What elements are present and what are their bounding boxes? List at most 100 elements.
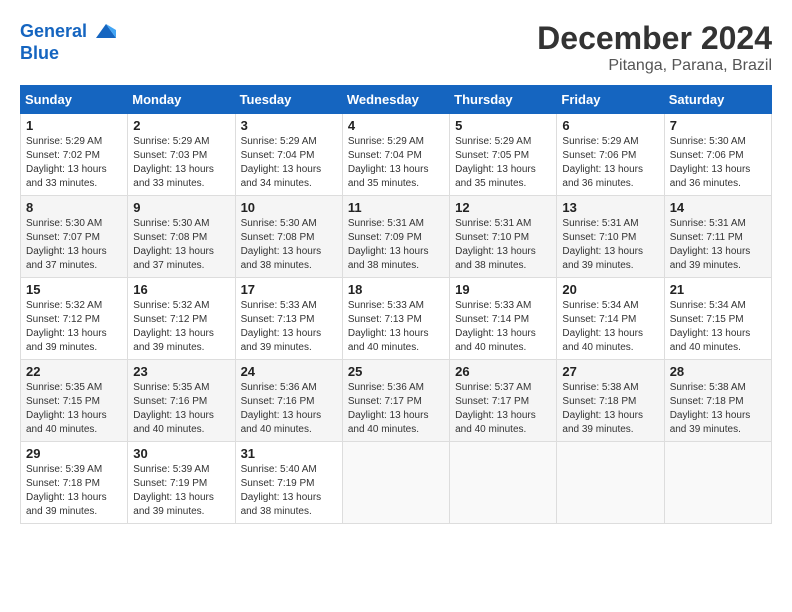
day-info: Sunrise: 5:32 AM Sunset: 7:12 PM Dayligh…	[26, 299, 122, 355]
day-info: Sunrise: 5:29 AM Sunset: 7:04 PM Dayligh…	[241, 135, 337, 191]
calendar-day-cell: 8 Sunrise: 5:30 AM Sunset: 7:07 PM Dayli…	[21, 196, 128, 278]
sunset-label: Sunset: 7:10 PM	[455, 232, 529, 243]
calendar-day-cell: 6 Sunrise: 5:29 AM Sunset: 7:06 PM Dayli…	[557, 114, 664, 196]
sunset-label: Sunset: 7:14 PM	[455, 314, 529, 325]
sunset-label: Sunset: 7:17 PM	[455, 396, 529, 407]
day-number: 23	[133, 364, 229, 379]
day-number: 21	[670, 282, 766, 297]
day-number: 11	[348, 200, 444, 215]
header-saturday: Saturday	[664, 86, 771, 114]
calendar-day-cell: 5 Sunrise: 5:29 AM Sunset: 7:05 PM Dayli…	[450, 114, 557, 196]
calendar-day-cell: 27 Sunrise: 5:38 AM Sunset: 7:18 PM Dayl…	[557, 360, 664, 442]
calendar-day-cell: 18 Sunrise: 5:33 AM Sunset: 7:13 PM Dayl…	[342, 278, 449, 360]
calendar-day-cell: 10 Sunrise: 5:30 AM Sunset: 7:08 PM Dayl…	[235, 196, 342, 278]
calendar-day-cell	[450, 442, 557, 524]
sunset-label: Sunset: 7:12 PM	[26, 314, 100, 325]
day-info: Sunrise: 5:31 AM Sunset: 7:09 PM Dayligh…	[348, 217, 444, 273]
sunset-label: Sunset: 7:19 PM	[241, 478, 315, 489]
calendar-day-cell: 21 Sunrise: 5:34 AM Sunset: 7:15 PM Dayl…	[664, 278, 771, 360]
day-info: Sunrise: 5:33 AM Sunset: 7:13 PM Dayligh…	[241, 299, 337, 355]
day-info: Sunrise: 5:31 AM Sunset: 7:10 PM Dayligh…	[562, 217, 658, 273]
day-info: Sunrise: 5:39 AM Sunset: 7:18 PM Dayligh…	[26, 463, 122, 519]
sunset-label: Sunset: 7:06 PM	[562, 150, 636, 161]
calendar-day-cell: 23 Sunrise: 5:35 AM Sunset: 7:16 PM Dayl…	[128, 360, 235, 442]
calendar-table: Sunday Monday Tuesday Wednesday Thursday…	[20, 85, 772, 524]
header-monday: Monday	[128, 86, 235, 114]
calendar-day-cell: 26 Sunrise: 5:37 AM Sunset: 7:17 PM Dayl…	[450, 360, 557, 442]
daylight-label: Daylight: 13 hours and 38 minutes.	[241, 492, 322, 517]
sunset-label: Sunset: 7:13 PM	[348, 314, 422, 325]
sunrise-label: Sunrise: 5:35 AM	[133, 382, 209, 393]
calendar-day-cell: 2 Sunrise: 5:29 AM Sunset: 7:03 PM Dayli…	[128, 114, 235, 196]
day-info: Sunrise: 5:38 AM Sunset: 7:18 PM Dayligh…	[562, 381, 658, 437]
day-number: 2	[133, 118, 229, 133]
day-number: 8	[26, 200, 122, 215]
sunrise-label: Sunrise: 5:37 AM	[455, 382, 531, 393]
calendar-day-cell: 9 Sunrise: 5:30 AM Sunset: 7:08 PM Dayli…	[128, 196, 235, 278]
sunset-label: Sunset: 7:04 PM	[348, 150, 422, 161]
sunrise-label: Sunrise: 5:29 AM	[348, 136, 424, 147]
day-number: 7	[670, 118, 766, 133]
day-number: 18	[348, 282, 444, 297]
day-number: 6	[562, 118, 658, 133]
sunrise-label: Sunrise: 5:38 AM	[670, 382, 746, 393]
daylight-label: Daylight: 13 hours and 38 minutes.	[348, 246, 429, 271]
day-info: Sunrise: 5:30 AM Sunset: 7:06 PM Dayligh…	[670, 135, 766, 191]
daylight-label: Daylight: 13 hours and 36 minutes.	[562, 164, 643, 189]
sunrise-label: Sunrise: 5:30 AM	[26, 218, 102, 229]
daylight-label: Daylight: 13 hours and 39 minutes.	[562, 410, 643, 435]
calendar-day-cell: 16 Sunrise: 5:32 AM Sunset: 7:12 PM Dayl…	[128, 278, 235, 360]
day-info: Sunrise: 5:31 AM Sunset: 7:10 PM Dayligh…	[455, 217, 551, 273]
daylight-label: Daylight: 13 hours and 40 minutes.	[348, 328, 429, 353]
day-number: 22	[26, 364, 122, 379]
daylight-label: Daylight: 13 hours and 40 minutes.	[455, 328, 536, 353]
day-number: 5	[455, 118, 551, 133]
sunset-label: Sunset: 7:07 PM	[26, 232, 100, 243]
calendar-day-cell: 12 Sunrise: 5:31 AM Sunset: 7:10 PM Dayl…	[450, 196, 557, 278]
day-info: Sunrise: 5:39 AM Sunset: 7:19 PM Dayligh…	[133, 463, 229, 519]
sunrise-label: Sunrise: 5:32 AM	[26, 300, 102, 311]
daylight-label: Daylight: 13 hours and 33 minutes.	[133, 164, 214, 189]
calendar-day-cell: 29 Sunrise: 5:39 AM Sunset: 7:18 PM Dayl…	[21, 442, 128, 524]
sunrise-label: Sunrise: 5:29 AM	[562, 136, 638, 147]
day-info: Sunrise: 5:29 AM Sunset: 7:04 PM Dayligh…	[348, 135, 444, 191]
day-number: 13	[562, 200, 658, 215]
sunset-label: Sunset: 7:18 PM	[26, 478, 100, 489]
day-info: Sunrise: 5:29 AM Sunset: 7:03 PM Dayligh…	[133, 135, 229, 191]
sunrise-label: Sunrise: 5:34 AM	[562, 300, 638, 311]
calendar-day-cell	[342, 442, 449, 524]
daylight-label: Daylight: 13 hours and 40 minutes.	[348, 410, 429, 435]
sunrise-label: Sunrise: 5:30 AM	[241, 218, 317, 229]
sunset-label: Sunset: 7:04 PM	[241, 150, 315, 161]
day-number: 16	[133, 282, 229, 297]
logo-general: General	[20, 21, 87, 41]
day-info: Sunrise: 5:38 AM Sunset: 7:18 PM Dayligh…	[670, 381, 766, 437]
sunset-label: Sunset: 7:02 PM	[26, 150, 100, 161]
daylight-label: Daylight: 13 hours and 34 minutes.	[241, 164, 322, 189]
sunrise-label: Sunrise: 5:30 AM	[670, 136, 746, 147]
calendar-day-cell: 19 Sunrise: 5:33 AM Sunset: 7:14 PM Dayl…	[450, 278, 557, 360]
day-info: Sunrise: 5:40 AM Sunset: 7:19 PM Dayligh…	[241, 463, 337, 519]
daylight-label: Daylight: 13 hours and 39 minutes.	[26, 492, 107, 517]
sunset-label: Sunset: 7:06 PM	[670, 150, 744, 161]
sunrise-label: Sunrise: 5:31 AM	[562, 218, 638, 229]
day-number: 25	[348, 364, 444, 379]
day-number: 31	[241, 446, 337, 461]
sunset-label: Sunset: 7:03 PM	[133, 150, 207, 161]
daylight-label: Daylight: 13 hours and 40 minutes.	[670, 328, 751, 353]
day-number: 20	[562, 282, 658, 297]
header-tuesday: Tuesday	[235, 86, 342, 114]
sunset-label: Sunset: 7:09 PM	[348, 232, 422, 243]
day-info: Sunrise: 5:36 AM Sunset: 7:16 PM Dayligh…	[241, 381, 337, 437]
sunset-label: Sunset: 7:18 PM	[562, 396, 636, 407]
day-number: 24	[241, 364, 337, 379]
day-number: 12	[455, 200, 551, 215]
logo-blue: Blue	[20, 43, 59, 63]
daylight-label: Daylight: 13 hours and 35 minutes.	[348, 164, 429, 189]
sunrise-label: Sunrise: 5:32 AM	[133, 300, 209, 311]
daylight-label: Daylight: 13 hours and 39 minutes.	[670, 246, 751, 271]
calendar-day-cell: 7 Sunrise: 5:30 AM Sunset: 7:06 PM Dayli…	[664, 114, 771, 196]
calendar-day-cell: 25 Sunrise: 5:36 AM Sunset: 7:17 PM Dayl…	[342, 360, 449, 442]
sunrise-label: Sunrise: 5:33 AM	[348, 300, 424, 311]
title-block: December 2024 Pitanga, Parana, Brazil	[537, 20, 772, 75]
